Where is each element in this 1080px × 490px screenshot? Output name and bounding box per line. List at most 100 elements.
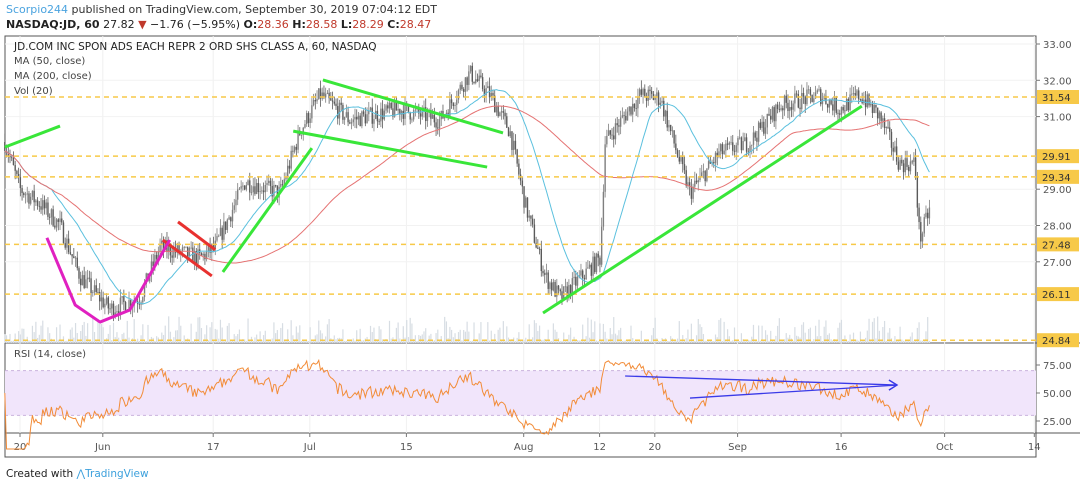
candle-body bbox=[928, 207, 931, 219]
candle-body bbox=[492, 93, 494, 96]
footer: Created with ⋀TradingView bbox=[6, 468, 149, 480]
volume-bar bbox=[490, 330, 492, 343]
candle-body bbox=[895, 146, 898, 162]
legend-rsi[interactable]: RSI (14, close) bbox=[14, 349, 86, 360]
candle-body bbox=[218, 235, 220, 237]
trend-trendline bbox=[4, 124, 61, 149]
candle-body bbox=[85, 279, 87, 288]
volume-bar bbox=[11, 340, 13, 343]
volume-bar bbox=[238, 329, 241, 343]
candles bbox=[4, 62, 931, 343]
candle-body bbox=[802, 92, 805, 97]
price-chart[interactable]: 20 Jun 17 Jul 15 Aug 12 20 Sep 16 Oct 14 33.00 32.00 3… bbox=[0, 0, 1080, 490]
candle-body bbox=[794, 93, 796, 104]
candle-body bbox=[495, 106, 498, 113]
volume-bar bbox=[454, 333, 456, 343]
volume-bar bbox=[633, 340, 636, 343]
volume-bar bbox=[228, 323, 230, 343]
candle-body bbox=[14, 165, 16, 171]
volume-bar bbox=[507, 337, 510, 343]
price-label: 31.00 bbox=[1043, 113, 1072, 124]
candle-body bbox=[775, 104, 777, 122]
candle-body bbox=[38, 205, 41, 207]
volume-bar bbox=[904, 340, 906, 343]
candle-body bbox=[464, 77, 467, 92]
candle-body bbox=[645, 97, 648, 101]
candle-body bbox=[628, 106, 630, 112]
candle-body bbox=[839, 113, 841, 115]
candle-body bbox=[878, 112, 881, 119]
volume-bar bbox=[275, 333, 277, 343]
candle-body bbox=[66, 238, 68, 248]
tradingview-logo[interactable]: ⋀TradingView bbox=[77, 468, 149, 480]
level-label: 31.54 bbox=[1042, 93, 1071, 104]
candle-body bbox=[111, 303, 113, 309]
volume-bar bbox=[820, 336, 822, 343]
volume-bar bbox=[266, 340, 268, 343]
candle-body bbox=[723, 150, 725, 154]
candle-body bbox=[359, 115, 361, 127]
price-label: 29.00 bbox=[1043, 185, 1072, 196]
candle-body bbox=[28, 193, 30, 204]
volume-bar bbox=[123, 332, 125, 343]
candle-body bbox=[471, 65, 473, 82]
volume-bar bbox=[55, 327, 58, 343]
volume-bar bbox=[642, 340, 644, 343]
volume-bar bbox=[516, 337, 518, 343]
candle-body bbox=[97, 291, 99, 293]
candle-body bbox=[764, 127, 767, 134]
volume-bar bbox=[90, 340, 92, 343]
rsi-band bbox=[5, 370, 1036, 416]
volume-bar bbox=[777, 325, 779, 343]
volume-bar bbox=[219, 319, 222, 343]
volume-bar bbox=[682, 335, 684, 343]
candle-body bbox=[671, 130, 674, 132]
candle-body bbox=[159, 244, 161, 252]
candle-body bbox=[450, 99, 453, 104]
volume-bar bbox=[195, 331, 197, 343]
volume-bar bbox=[73, 337, 75, 343]
candle-body bbox=[742, 140, 744, 151]
volume-bar bbox=[216, 329, 218, 343]
candle-body bbox=[576, 276, 579, 286]
candle-body bbox=[614, 123, 617, 140]
volume-bar bbox=[721, 340, 724, 343]
volume-bar bbox=[54, 340, 56, 343]
volume-bar bbox=[616, 335, 618, 343]
level-label: 29.34 bbox=[1042, 173, 1071, 184]
legend-ma50[interactable]: MA (50, close) bbox=[14, 56, 85, 67]
candle-body bbox=[545, 272, 548, 275]
legend-ma200[interactable]: MA (200, close) bbox=[14, 71, 92, 82]
candle-body bbox=[525, 197, 527, 208]
legend-vol[interactable]: Vol (20) bbox=[14, 86, 53, 97]
volume-bar bbox=[442, 340, 444, 343]
volume-bar bbox=[547, 329, 549, 343]
volume-bar bbox=[432, 340, 434, 343]
candle-body bbox=[354, 116, 356, 120]
candle-body bbox=[402, 110, 404, 119]
rsi-label: 25.00 bbox=[1043, 417, 1072, 428]
volume-bar bbox=[199, 317, 201, 343]
candle-body bbox=[518, 163, 520, 175]
candle-body bbox=[247, 180, 249, 186]
candle-body bbox=[914, 157, 917, 177]
volume-bar bbox=[321, 333, 323, 343]
candle-body bbox=[262, 190, 265, 193]
volume-bar bbox=[783, 339, 786, 343]
candle-body bbox=[64, 243, 66, 248]
volume-bar bbox=[57, 339, 59, 343]
candle-body bbox=[80, 278, 82, 286]
volume-bar bbox=[506, 326, 508, 343]
volume-bar bbox=[887, 332, 889, 343]
volume-bar bbox=[649, 340, 651, 343]
candle-body bbox=[235, 199, 237, 206]
volume-bar bbox=[168, 316, 170, 343]
volume-bar bbox=[202, 340, 204, 343]
volume-bar bbox=[166, 340, 168, 343]
candle-body bbox=[468, 71, 470, 85]
volume-bar bbox=[770, 330, 772, 343]
candle-body bbox=[619, 117, 622, 127]
candle-body bbox=[849, 94, 851, 111]
candle-body bbox=[890, 131, 893, 148]
candle-body bbox=[380, 108, 382, 122]
